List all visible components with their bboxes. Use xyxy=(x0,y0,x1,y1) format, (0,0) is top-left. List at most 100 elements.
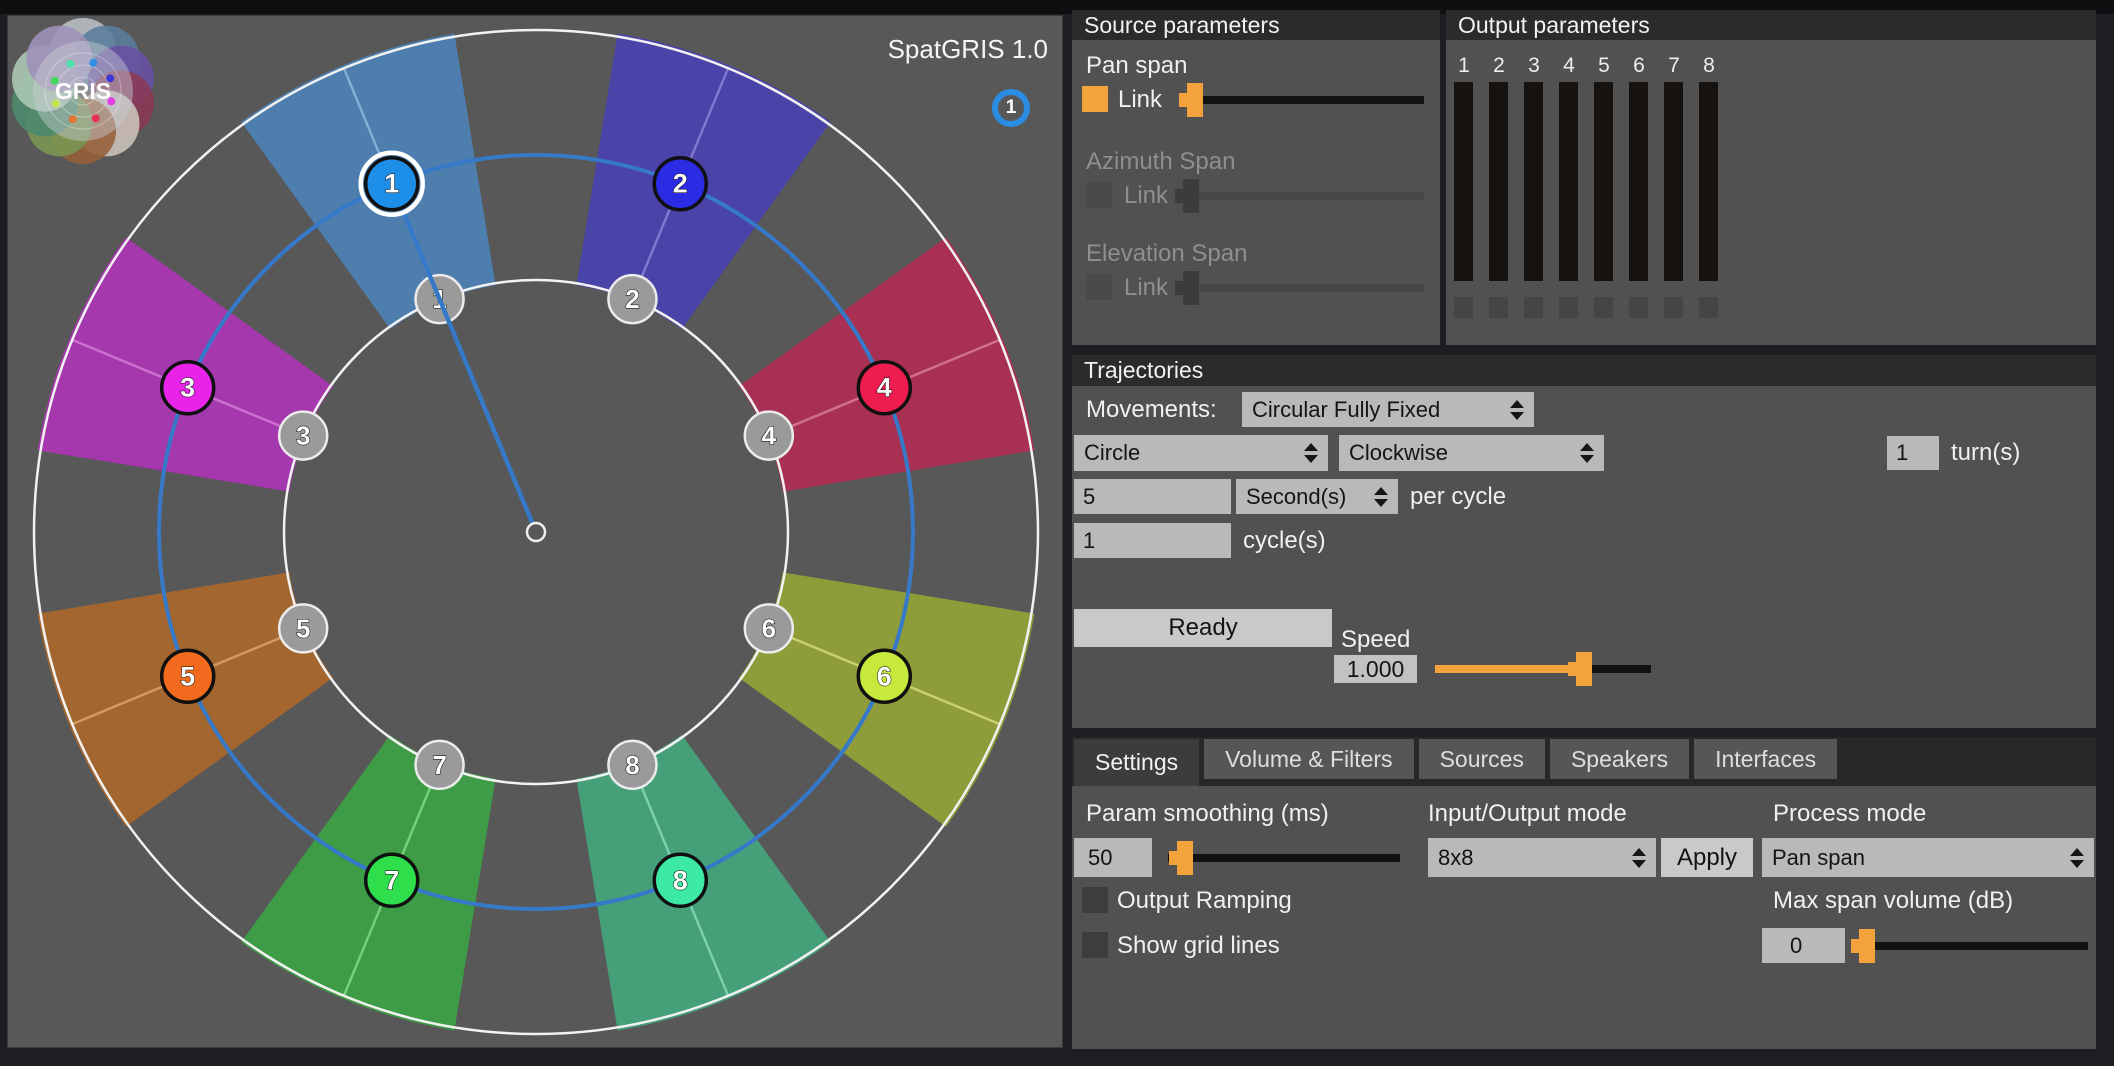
duration-unit-dropdown[interactable]: Second(s) xyxy=(1236,479,1398,514)
svg-text:1: 1 xyxy=(384,169,399,199)
speaker-5: 5 xyxy=(279,604,327,652)
spatial-svg: 1234567812345678 xyxy=(8,16,1062,1047)
mute-button[interactable] xyxy=(1524,297,1543,318)
elevation-link-label: Link xyxy=(1124,274,1168,302)
source-3[interactable]: 3 xyxy=(162,362,214,414)
gris-logo: GRIS xyxy=(8,16,158,166)
max-span-input[interactable]: 0 xyxy=(1762,928,1845,963)
pan-span-slider[interactable] xyxy=(1178,80,1426,120)
turns-input[interactable]: 1 xyxy=(1887,436,1939,470)
elevation-link-checkbox[interactable] xyxy=(1086,274,1112,300)
pan-span-label: Pan span xyxy=(1086,52,1187,80)
cycles-input[interactable]: 1 xyxy=(1074,523,1231,558)
channel-label: 5 xyxy=(1594,54,1614,78)
level-meter xyxy=(1524,82,1543,281)
svg-text:3: 3 xyxy=(180,373,195,403)
direction-dropdown[interactable]: Clockwise xyxy=(1339,435,1604,471)
io-mode-dropdown[interactable]: 8x8 xyxy=(1428,838,1656,877)
channel-label: 8 xyxy=(1699,54,1719,78)
tab-interfaces[interactable]: Interfaces xyxy=(1694,739,1837,782)
azimuth-span-slider[interactable] xyxy=(1178,176,1426,216)
channel-label: 6 xyxy=(1629,54,1649,78)
output-ramping-checkbox[interactable] xyxy=(1082,887,1108,913)
tab-settings[interactable]: Settings xyxy=(1074,739,1199,786)
movements-dropdown[interactable]: Circular Fully Fixed xyxy=(1242,392,1534,427)
mute-button[interactable] xyxy=(1629,297,1648,318)
cycles-label: cycle(s) xyxy=(1243,527,1326,555)
source-4[interactable]: 4 xyxy=(858,362,910,414)
param-smoothing-slider[interactable] xyxy=(1166,838,1402,877)
svg-text:3: 3 xyxy=(296,421,310,451)
source-5[interactable]: 5 xyxy=(162,650,214,702)
source-2[interactable]: 2 xyxy=(654,158,706,210)
output-channel-1: 1 xyxy=(1454,54,1474,324)
output-channel-8: 8 xyxy=(1699,54,1719,324)
shape-value: Circle xyxy=(1084,440,1140,466)
level-meter xyxy=(1699,82,1718,281)
slider-handle[interactable] xyxy=(1576,652,1592,686)
updown-arrows-icon xyxy=(1580,443,1594,463)
mute-button[interactable] xyxy=(1489,297,1508,318)
duration-unit-value: Second(s) xyxy=(1246,484,1346,510)
slider-handle[interactable] xyxy=(1859,929,1875,963)
ready-button[interactable]: Ready xyxy=(1074,609,1332,647)
svg-text:2: 2 xyxy=(673,169,688,199)
svg-text:6: 6 xyxy=(877,661,892,691)
duration-input[interactable]: 5 xyxy=(1074,479,1231,514)
level-meter xyxy=(1454,82,1473,281)
max-span-slider[interactable] xyxy=(1855,928,2090,963)
param-smoothing-input[interactable]: 50 xyxy=(1074,838,1152,877)
mute-button[interactable] xyxy=(1594,297,1613,318)
mute-button[interactable] xyxy=(1559,297,1578,318)
trajectories-header: Trajectories xyxy=(1072,355,2096,386)
process-mode-value: Pan span xyxy=(1772,845,1865,871)
shape-dropdown[interactable]: Circle xyxy=(1074,435,1328,471)
apply-button[interactable]: Apply xyxy=(1661,838,1753,877)
movements-label: Movements: xyxy=(1086,396,1217,424)
tab-speakers[interactable]: Speakers xyxy=(1550,739,1689,782)
tab-bar: SettingsVolume & FiltersSourcesSpeakersI… xyxy=(1072,737,2096,786)
slider-handle[interactable] xyxy=(1177,841,1193,875)
updown-arrows-icon xyxy=(2070,848,2084,868)
speed-slider[interactable] xyxy=(1433,652,1653,686)
show-grid-checkbox[interactable] xyxy=(1082,932,1108,958)
source-1[interactable]: 1 xyxy=(361,153,423,215)
svg-text:8: 8 xyxy=(673,865,688,895)
channel-label: 7 xyxy=(1664,54,1684,78)
settings-panel: Param smoothing (ms) Input/Output mode P… xyxy=(1072,786,2096,1049)
process-mode-label: Process mode xyxy=(1773,800,1926,828)
slider-handle[interactable] xyxy=(1183,179,1199,213)
svg-text:5: 5 xyxy=(296,613,310,643)
svg-text:4: 4 xyxy=(762,421,777,451)
level-meter xyxy=(1664,82,1683,281)
per-cycle-label: per cycle xyxy=(1410,483,1506,511)
updown-arrows-icon xyxy=(1374,487,1388,507)
svg-text:7: 7 xyxy=(384,865,399,895)
output-channel-7: 7 xyxy=(1664,54,1684,324)
slider-handle[interactable] xyxy=(1187,83,1203,117)
mute-button[interactable] xyxy=(1699,297,1718,318)
source-7[interactable]: 7 xyxy=(366,854,418,906)
selected-source-badge: 1 xyxy=(992,89,1030,127)
speed-value: 1.000 xyxy=(1334,655,1417,683)
source-8[interactable]: 8 xyxy=(654,854,706,906)
svg-text:4: 4 xyxy=(877,373,892,403)
updown-arrows-icon xyxy=(1510,400,1524,420)
azimuth-link-checkbox[interactable] xyxy=(1086,182,1112,208)
slider-handle[interactable] xyxy=(1183,271,1199,305)
mute-button[interactable] xyxy=(1664,297,1683,318)
process-mode-dropdown[interactable]: Pan span xyxy=(1762,838,2094,877)
pan-span-link-checkbox[interactable] xyxy=(1082,86,1108,112)
level-meter xyxy=(1629,82,1648,281)
speaker-3: 3 xyxy=(279,412,327,460)
elevation-span-slider[interactable] xyxy=(1178,268,1426,308)
updown-arrows-icon xyxy=(1632,848,1646,868)
tab-volume-filters[interactable]: Volume & Filters xyxy=(1204,739,1413,782)
mute-button[interactable] xyxy=(1454,297,1473,318)
source-parameters-header: Source parameters xyxy=(1072,10,1440,40)
source-6[interactable]: 6 xyxy=(858,650,910,702)
spatial-view[interactable]: 1234567812345678 GRIS SpatGRIS 1.0 1 xyxy=(8,16,1062,1047)
tab-sources[interactable]: Sources xyxy=(1419,739,1545,782)
level-meter xyxy=(1489,82,1508,281)
output-ramping-label: Output Ramping xyxy=(1117,887,1292,915)
